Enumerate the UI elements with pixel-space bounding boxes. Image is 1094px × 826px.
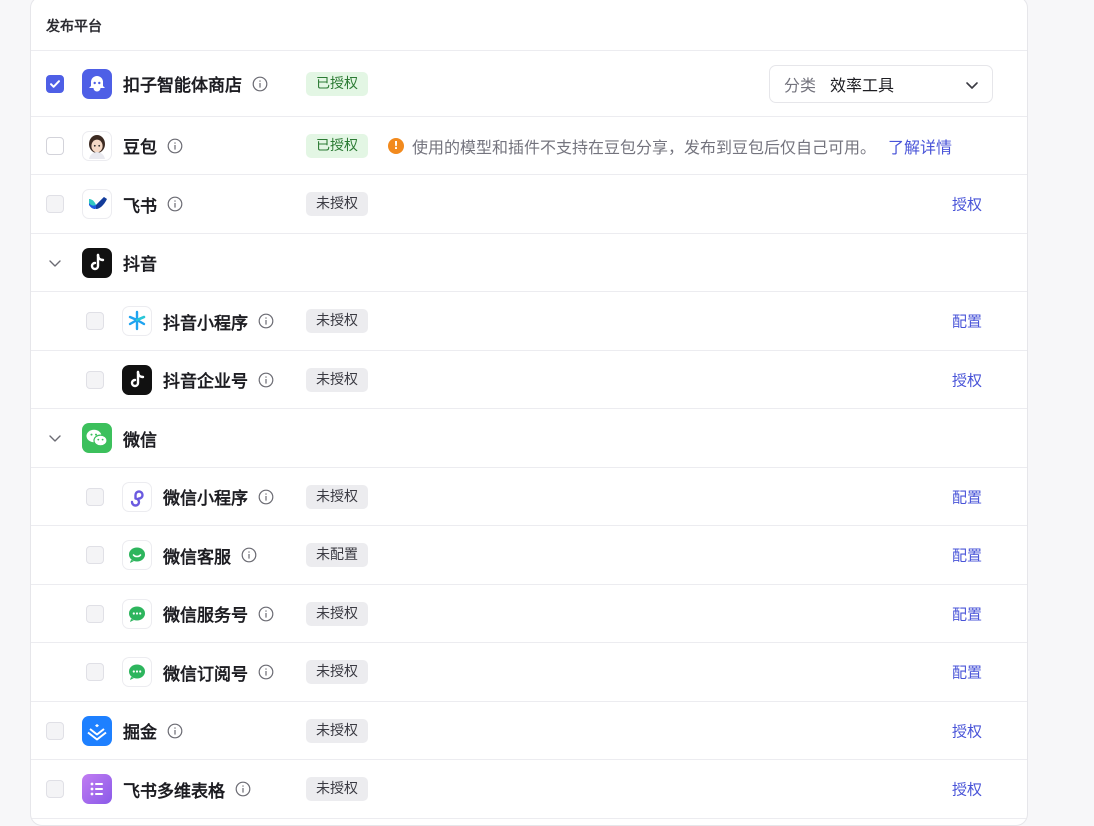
platform-row-doubao: 豆包 已授权 ! 使用的模型和插件不支持在豆包分享，发布到豆包后仅自己可用。 了… (31, 117, 1027, 175)
platform-name: 微信客服 (163, 547, 231, 568)
platform-row-feishu-bitable: 飞书多维表格 未授权 授权 (31, 760, 1027, 819)
info-icon[interactable] (252, 76, 268, 92)
wechat-service-icon (122, 540, 152, 570)
douyin-icon (82, 247, 112, 278)
platform-name: 抖音 (123, 255, 157, 275)
warning-icon: ! (388, 137, 404, 154)
feishu-bitable-icon (82, 774, 112, 804)
info-icon[interactable] (167, 723, 183, 739)
configure-link[interactable]: 配置 (952, 545, 982, 566)
platform-row-wechat-official-service: 微信服务号 未授权 配置 (31, 585, 1027, 643)
feishu-bitable-checkbox[interactable] (46, 780, 64, 798)
feishu-icon (82, 189, 112, 219)
learn-more-link[interactable]: 了解详情 (888, 134, 952, 158)
status-badge: 未授权 (306, 192, 368, 216)
wechat-chat-icon (122, 657, 152, 687)
info-icon[interactable] (167, 138, 183, 154)
authorize-link[interactable]: 授权 (952, 194, 982, 215)
configure-link[interactable]: 配置 (952, 311, 982, 332)
wechat-miniprogram-checkbox[interactable] (86, 487, 104, 506)
info-icon[interactable] (258, 664, 274, 680)
status-badge: 未授权 (306, 601, 368, 626)
info-icon[interactable] (258, 372, 274, 388)
platform-name: 抖音小程序 (163, 313, 248, 334)
checkmark-icon (50, 79, 60, 88)
authorize-link[interactable]: 授权 (952, 779, 982, 800)
platform-group-wechat[interactable]: 微信 (31, 409, 1027, 468)
feishu-checkbox[interactable] (46, 195, 64, 213)
status-badge: 未授权 (306, 777, 368, 801)
platform-name: 豆包 (123, 138, 157, 158)
wechat-official-service-checkbox[interactable] (86, 604, 104, 623)
chevron-down-icon[interactable] (46, 254, 64, 272)
authorize-link[interactable]: 授权 (952, 720, 982, 741)
platform-name: 扣子智能体商店 (123, 76, 242, 96)
douyin-miniprogram-checkbox[interactable] (86, 312, 104, 330)
coze-store-checkbox[interactable] (46, 74, 64, 93)
info-icon[interactable] (258, 489, 274, 505)
status-badge: 已授权 (306, 133, 368, 158)
configure-link[interactable]: 配置 (952, 603, 982, 624)
status-badge: 已授权 (306, 71, 368, 96)
platform-name: 飞书 (123, 196, 157, 217)
platform-row-coze-store: 扣子智能体商店 已授权 分类 效率工具 (31, 51, 1027, 117)
info-icon[interactable] (258, 606, 274, 622)
juejin-checkbox[interactable] (46, 721, 64, 740)
douyin-icon (122, 364, 152, 395)
status-badge: 未授权 (306, 309, 368, 333)
status-badge: 未授权 (306, 484, 368, 509)
platform-row-wechat-miniprogram: 微信小程序 未授权 配置 (31, 468, 1027, 526)
category-select-label: 分类 (784, 75, 817, 95)
status-badge: 未授权 (306, 367, 368, 392)
platform-name: 抖音企业号 (163, 372, 248, 392)
chevron-down-icon[interactable] (46, 429, 64, 447)
status-badge: 未授权 (306, 718, 368, 743)
wechat-service-checkbox[interactable] (86, 546, 104, 564)
juejin-icon (82, 715, 112, 746)
platform-name: 掘金 (123, 723, 157, 743)
category-select[interactable]: 分类 效率工具 (769, 64, 993, 103)
publish-platform-panel: 发布平台 扣子智能体商店 已授权 分类 效率工具 豆包 已授权 ! 使用的模型和… (30, 0, 1028, 826)
status-badge: 未配置 (306, 543, 368, 567)
info-icon[interactable] (258, 313, 274, 329)
doubao-avatar-icon (82, 130, 112, 161)
platform-row-wechat-service: 微信客服 未配置 配置 (31, 526, 1027, 585)
platform-name: 飞书多维表格 (123, 781, 225, 802)
category-select-value: 效率工具 (830, 75, 895, 95)
douyin-miniprogram-icon (122, 306, 152, 336)
status-badge: 未授权 (306, 660, 368, 684)
info-icon[interactable] (241, 547, 257, 563)
info-icon[interactable] (167, 196, 183, 212)
coze-store-icon (82, 68, 112, 99)
doubao-checkbox[interactable] (46, 136, 64, 155)
doubao-notice: ! 使用的模型和插件不支持在豆包分享，发布到豆包后仅自己可用。 了解详情 (388, 134, 952, 158)
platform-name: 微信 (123, 430, 157, 451)
platform-row-douyin-business: 抖音企业号 未授权 授权 (31, 351, 1027, 409)
platform-row-douyin-miniprogram: 抖音小程序 未授权 配置 (31, 292, 1027, 351)
platform-row-feishu: 飞书 未授权 授权 (31, 175, 1027, 234)
wechat-miniprogram-icon (122, 481, 152, 512)
wechat-icon (82, 423, 112, 453)
platform-group-douyin[interactable]: 抖音 (31, 234, 1027, 292)
configure-link[interactable]: 配置 (952, 662, 982, 683)
wechat-chat-icon (122, 598, 152, 629)
platform-row-juejin: 掘金 未授权 授权 (31, 702, 1027, 760)
chevron-down-icon (966, 81, 978, 89)
douyin-business-checkbox[interactable] (86, 370, 104, 389)
panel-title: 发布平台 (31, 0, 1027, 51)
platform-name: 微信订阅号 (163, 664, 248, 685)
configure-link[interactable]: 配置 (952, 486, 982, 507)
platform-row-wechat-subscription: 微信订阅号 未授权 配置 (31, 643, 1027, 702)
authorize-link[interactable]: 授权 (952, 369, 982, 390)
wechat-subscription-checkbox[interactable] (86, 663, 104, 681)
info-icon[interactable] (235, 781, 251, 797)
notice-text: 使用的模型和插件不支持在豆包分享，发布到豆包后仅自己可用。 (412, 137, 877, 157)
platform-name: 微信小程序 (163, 489, 248, 509)
platform-name: 微信服务号 (163, 606, 248, 626)
